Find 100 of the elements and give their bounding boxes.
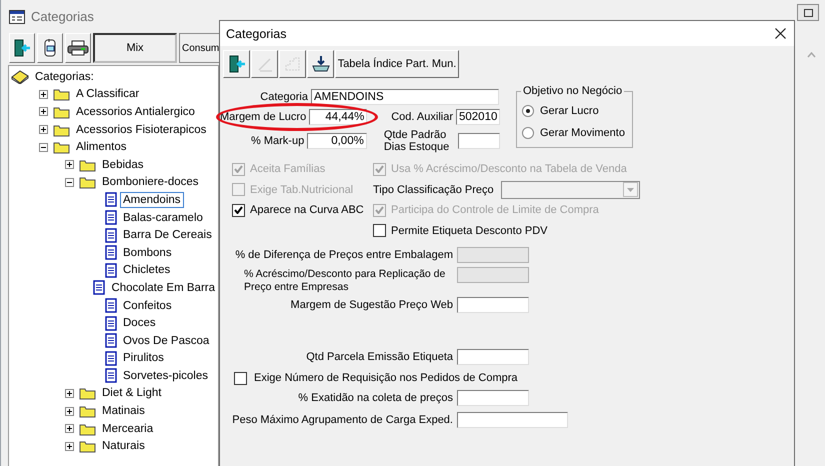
tree-item[interactable]: Barra De Cereais bbox=[120, 227, 215, 244]
checkbox[interactable] bbox=[373, 224, 386, 238]
input-field[interactable] bbox=[457, 348, 529, 364]
tree-item[interactable]: Diet & Light bbox=[99, 385, 164, 402]
tree-item[interactable]: Balas-caramelo bbox=[120, 210, 206, 226]
checkbox-label: Exige Tab.Nutricional bbox=[250, 184, 354, 196]
tree-item[interactable]: A Classificar bbox=[73, 86, 142, 102]
group-title: Objetivo no Negócio bbox=[521, 85, 624, 97]
printer-icon bbox=[67, 40, 89, 56]
field-label: Margem de Sugestão Preço Web bbox=[290, 298, 453, 310]
tree-item[interactable]: Pirulitos bbox=[120, 350, 167, 366]
document-icon bbox=[105, 192, 117, 208]
expand-icon[interactable] bbox=[65, 442, 74, 451]
tree-item[interactable]: Ovos De Pascoa bbox=[120, 332, 212, 349]
tree-item[interactable]: Amendoins bbox=[120, 192, 184, 208]
exit-button[interactable] bbox=[9, 33, 35, 63]
device-icon bbox=[43, 38, 57, 58]
document-icon bbox=[105, 298, 117, 314]
tray-icon bbox=[310, 54, 330, 74]
folder-icon bbox=[79, 386, 96, 400]
collapse-icon[interactable] bbox=[39, 142, 48, 152]
door-icon bbox=[226, 54, 246, 74]
expand-icon[interactable] bbox=[39, 90, 48, 99]
field-label: Categoria bbox=[259, 91, 308, 103]
field-label: Cod. Auxiliar bbox=[390, 111, 453, 123]
folder-icon bbox=[79, 158, 96, 172]
tab[interactable]: Mix bbox=[93, 33, 177, 63]
document-icon bbox=[105, 368, 117, 384]
tree-item[interactable]: Naturais bbox=[99, 438, 148, 454]
table-button[interactable]: Tabela Índice Part. Mun. bbox=[335, 50, 459, 78]
tree-item[interactable]: Alimentos bbox=[73, 139, 130, 156]
document-icon bbox=[105, 316, 117, 331]
tree-item[interactable]: Matinais bbox=[99, 403, 148, 420]
expand-icon[interactable] bbox=[65, 160, 74, 170]
folder-icon bbox=[53, 140, 70, 154]
folder-icon bbox=[79, 175, 96, 190]
close-icon[interactable] bbox=[775, 28, 786, 39]
radio-button[interactable] bbox=[522, 127, 534, 139]
radio-label: Gerar Lucro bbox=[540, 105, 599, 117]
radio-button[interactable] bbox=[522, 105, 534, 117]
input-field[interactable] bbox=[457, 296, 529, 312]
field-label: % de Diferença de Preços entre Embalagem bbox=[234, 248, 453, 260]
input-field[interactable]: 0,00% bbox=[307, 133, 367, 149]
checkbox-label: Aparece na Curva ABC bbox=[250, 204, 364, 216]
tree-item[interactable]: Chocolate Em Barra bbox=[108, 280, 218, 296]
document-icon bbox=[105, 262, 117, 278]
expand-icon[interactable] bbox=[65, 388, 74, 398]
window-title: Categorias bbox=[31, 9, 94, 24]
toolbar-button[interactable] bbox=[307, 50, 334, 78]
input-field[interactable] bbox=[457, 390, 529, 406]
document-icon bbox=[105, 333, 117, 348]
tree-item[interactable]: Sorvetes-picoles bbox=[120, 368, 212, 384]
checkbox-label: Permite Etiqueta Desconto PDV bbox=[391, 224, 548, 237]
checkbox[interactable] bbox=[232, 204, 245, 217]
print-button[interactable] bbox=[65, 33, 91, 63]
input-field[interactable] bbox=[458, 133, 500, 149]
radio-label: Gerar Movimento bbox=[540, 127, 625, 139]
expand-icon[interactable] bbox=[65, 424, 74, 434]
input-field[interactable]: AMENDOINS bbox=[311, 89, 499, 105]
tree-item[interactable]: Doces bbox=[120, 315, 159, 332]
checkbox-label: Participa do Controle de Limite de Compra bbox=[391, 204, 599, 216]
toolbar-button[interactable] bbox=[37, 33, 63, 63]
field-label: % Exatidão na coleta de preços bbox=[297, 392, 453, 404]
tree-item[interactable]: Mercearia bbox=[99, 420, 156, 437]
toolbar-button[interactable] bbox=[223, 50, 250, 78]
dialog-title: Categorias bbox=[226, 26, 286, 40]
input-field[interactable] bbox=[457, 412, 568, 428]
input-field[interactable]: 502010 bbox=[456, 109, 500, 125]
tree-item[interactable]: Acessorios Fisioterapicos bbox=[73, 122, 210, 138]
tree-item[interactable]: Confeitos bbox=[120, 298, 175, 314]
input-field[interactable]: 44,44% bbox=[309, 109, 368, 125]
field-label: % Mark-up bbox=[250, 135, 304, 147]
tree-item[interactable]: Bomboniere-doces bbox=[99, 174, 202, 190]
document-icon bbox=[105, 245, 117, 260]
expand-icon[interactable] bbox=[39, 107, 48, 116]
field-label: Margem de Lucro bbox=[220, 111, 306, 123]
field-label: Qtd Parcela Emissão Etiqueta bbox=[305, 350, 453, 362]
tree-item[interactable]: Bebidas bbox=[99, 156, 147, 173]
tree-item[interactable]: Acessorios Antialergico bbox=[73, 104, 198, 120]
document-icon bbox=[93, 280, 106, 296]
field-label: % Acréscimo/Desconto para Replicação de Preço entre Empresas bbox=[243, 268, 446, 294]
tree-root-label: Categorias: bbox=[34, 70, 95, 85]
maximize-icon bbox=[804, 8, 812, 16]
document-icon bbox=[105, 210, 117, 226]
folder-icon bbox=[79, 422, 96, 436]
folder-icon bbox=[79, 439, 96, 454]
expand-icon[interactable] bbox=[39, 125, 48, 134]
folder-icon bbox=[79, 404, 96, 418]
tree-item[interactable]: Chicletes bbox=[120, 262, 174, 278]
tree-item[interactable]: Bombons bbox=[120, 244, 175, 261]
window-icon bbox=[9, 10, 25, 24]
field-label: Qtde Padrão Dias Estoque bbox=[382, 129, 450, 153]
checkbox-label: Exige Número de Requisição nos Pedidos de Compra bbox=[254, 372, 518, 384]
expand-icon[interactable] bbox=[65, 406, 74, 416]
document-icon bbox=[105, 350, 117, 366]
checkbox[interactable] bbox=[234, 372, 247, 384]
collapse-icon[interactable] bbox=[65, 178, 74, 187]
door-icon bbox=[12, 38, 32, 58]
window-button[interactable] bbox=[797, 4, 819, 21]
folder-icon bbox=[53, 122, 70, 137]
